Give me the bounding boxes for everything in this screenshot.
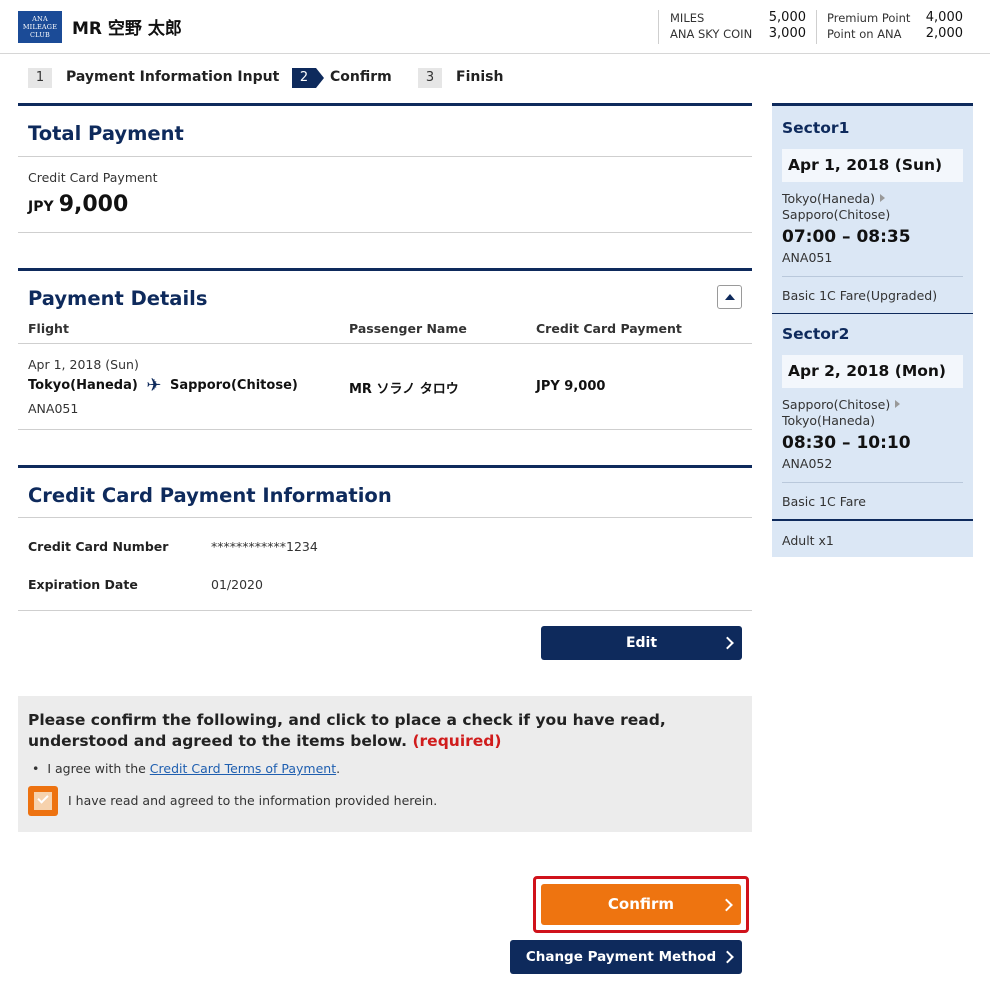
header-divider bbox=[658, 10, 659, 44]
confirm-button[interactable]: Confirm bbox=[541, 884, 741, 925]
sector1-fare: Basic 1C Fare(Upgraded) bbox=[782, 288, 938, 303]
expiry-label: Expiration Date bbox=[28, 577, 138, 592]
divider bbox=[772, 519, 973, 521]
expiry-value: 01/2020 bbox=[211, 577, 263, 592]
points-summary: Premium Point Point on ANA 4,000 2,000 bbox=[827, 10, 963, 42]
credit-card-terms-link[interactable]: Credit Card Terms of Payment bbox=[150, 761, 336, 776]
chevron-up-icon bbox=[725, 294, 735, 300]
passenger-payment: JPY 9,000 bbox=[536, 379, 606, 394]
sector1-title: Sector1 bbox=[782, 119, 850, 137]
sector1-route: Tokyo(Haneda) Sapporo(Chitose) bbox=[782, 191, 891, 222]
sector2-fare: Basic 1C Fare bbox=[782, 494, 866, 509]
agreement-instructions: Please confirm the following, and click … bbox=[28, 711, 666, 750]
chevron-right-icon bbox=[720, 898, 733, 911]
sector2-flight-number: ANA052 bbox=[782, 456, 833, 471]
sector2-time: 08:30 – 10:10 bbox=[782, 433, 911, 453]
payment-details-title: Payment Details bbox=[28, 287, 208, 310]
miles-summary: MILES ANA SKY COIN 5,000 3,000 bbox=[670, 10, 806, 42]
required-marker: (required) bbox=[412, 732, 502, 750]
passenger-count: Adult x1 bbox=[782, 533, 834, 548]
amount: 9,000 bbox=[58, 192, 129, 217]
divider bbox=[772, 313, 973, 314]
column-header-payment: Credit Card Payment bbox=[536, 321, 682, 336]
ana-mileage-club-logo[interactable]: ANA MILEAGE CLUB bbox=[18, 11, 62, 43]
chevron-right-icon bbox=[721, 636, 734, 650]
total-amount: JPY 9,000 bbox=[28, 192, 128, 217]
sector1-flight-number: ANA051 bbox=[782, 250, 833, 265]
divider bbox=[782, 482, 963, 483]
credit-card-title: Credit Card Payment Information bbox=[28, 484, 392, 507]
chevron-right-icon bbox=[721, 950, 734, 964]
divider bbox=[18, 610, 752, 611]
card-number-label: Credit Card Number bbox=[28, 539, 169, 554]
member-name: MR 空野 太郎 bbox=[72, 19, 182, 39]
arrow-right-icon bbox=[880, 194, 886, 202]
collapse-button[interactable] bbox=[717, 285, 742, 309]
payment-method-label: Credit Card Payment bbox=[28, 170, 158, 185]
currency: JPY bbox=[28, 199, 54, 215]
total-payment-section: Total Payment Credit Card Payment JPY 9,… bbox=[18, 103, 752, 233]
total-payment-title: Total Payment bbox=[28, 122, 184, 145]
sector2-title: Sector2 bbox=[782, 325, 850, 343]
sector1-time: 07:00 – 08:35 bbox=[782, 227, 911, 247]
step-confirm: 2 Confirm bbox=[292, 68, 392, 88]
sector1-date: Apr 1, 2018 (Sun) bbox=[782, 149, 963, 182]
credit-card-section: Credit Card Payment Information Credit C… bbox=[18, 465, 752, 611]
itinerary-sidebar: Sector1 Apr 1, 2018 (Sun) Tokyo(Haneda) … bbox=[772, 103, 973, 557]
divider bbox=[18, 156, 752, 157]
agreement-checkbox[interactable] bbox=[28, 786, 58, 816]
card-number-value: ************1234 bbox=[211, 539, 318, 554]
change-payment-method-button[interactable]: Change Payment Method bbox=[510, 940, 742, 974]
flight-route: Tokyo(Haneda) ✈ Sapporo(Chitose) bbox=[28, 375, 298, 396]
divider bbox=[18, 517, 752, 518]
point-on-ana-value: 2,000 bbox=[925, 26, 963, 41]
flight-number: ANA051 bbox=[28, 401, 79, 416]
divider bbox=[18, 343, 752, 344]
header-divider bbox=[816, 10, 817, 44]
divider bbox=[18, 429, 752, 430]
terms-bullet: • I agree with the Credit Card Terms of … bbox=[32, 761, 341, 776]
sector2-date: Apr 2, 2018 (Mon) bbox=[782, 355, 963, 388]
step-finish: 3 Finish bbox=[418, 68, 503, 88]
airplane-icon: ✈ bbox=[146, 375, 162, 396]
confirm-highlight: Confirm bbox=[533, 876, 749, 933]
edit-button[interactable]: Edit bbox=[541, 626, 742, 660]
divider bbox=[18, 232, 752, 233]
passenger-name: MR ソラノ タロウ bbox=[349, 382, 459, 397]
skycoin-value: 3,000 bbox=[768, 26, 806, 41]
flight-date: Apr 1, 2018 (Sun) bbox=[28, 357, 139, 372]
agreement-box: Please confirm the following, and click … bbox=[18, 696, 752, 832]
column-header-passenger: Passenger Name bbox=[349, 321, 467, 336]
sector2-route: Sapporo(Chitose) Tokyo(Haneda) bbox=[782, 397, 901, 429]
payment-details-section: Payment Details Flight Passenger Name Cr… bbox=[18, 268, 752, 430]
arrow-right-icon bbox=[895, 400, 901, 408]
step-payment-input: 1 Payment Information Input bbox=[28, 68, 279, 88]
site-header: ANA MILEAGE CLUB MR 空野 太郎 MILES ANA SKY … bbox=[0, 0, 990, 54]
premium-point-value: 4,000 bbox=[925, 10, 963, 25]
divider bbox=[782, 276, 963, 277]
miles-value: 5,000 bbox=[768, 10, 806, 25]
column-header-flight: Flight bbox=[28, 321, 69, 336]
agreement-checkbox-label[interactable]: I have read and agreed to the informatio… bbox=[68, 793, 437, 808]
